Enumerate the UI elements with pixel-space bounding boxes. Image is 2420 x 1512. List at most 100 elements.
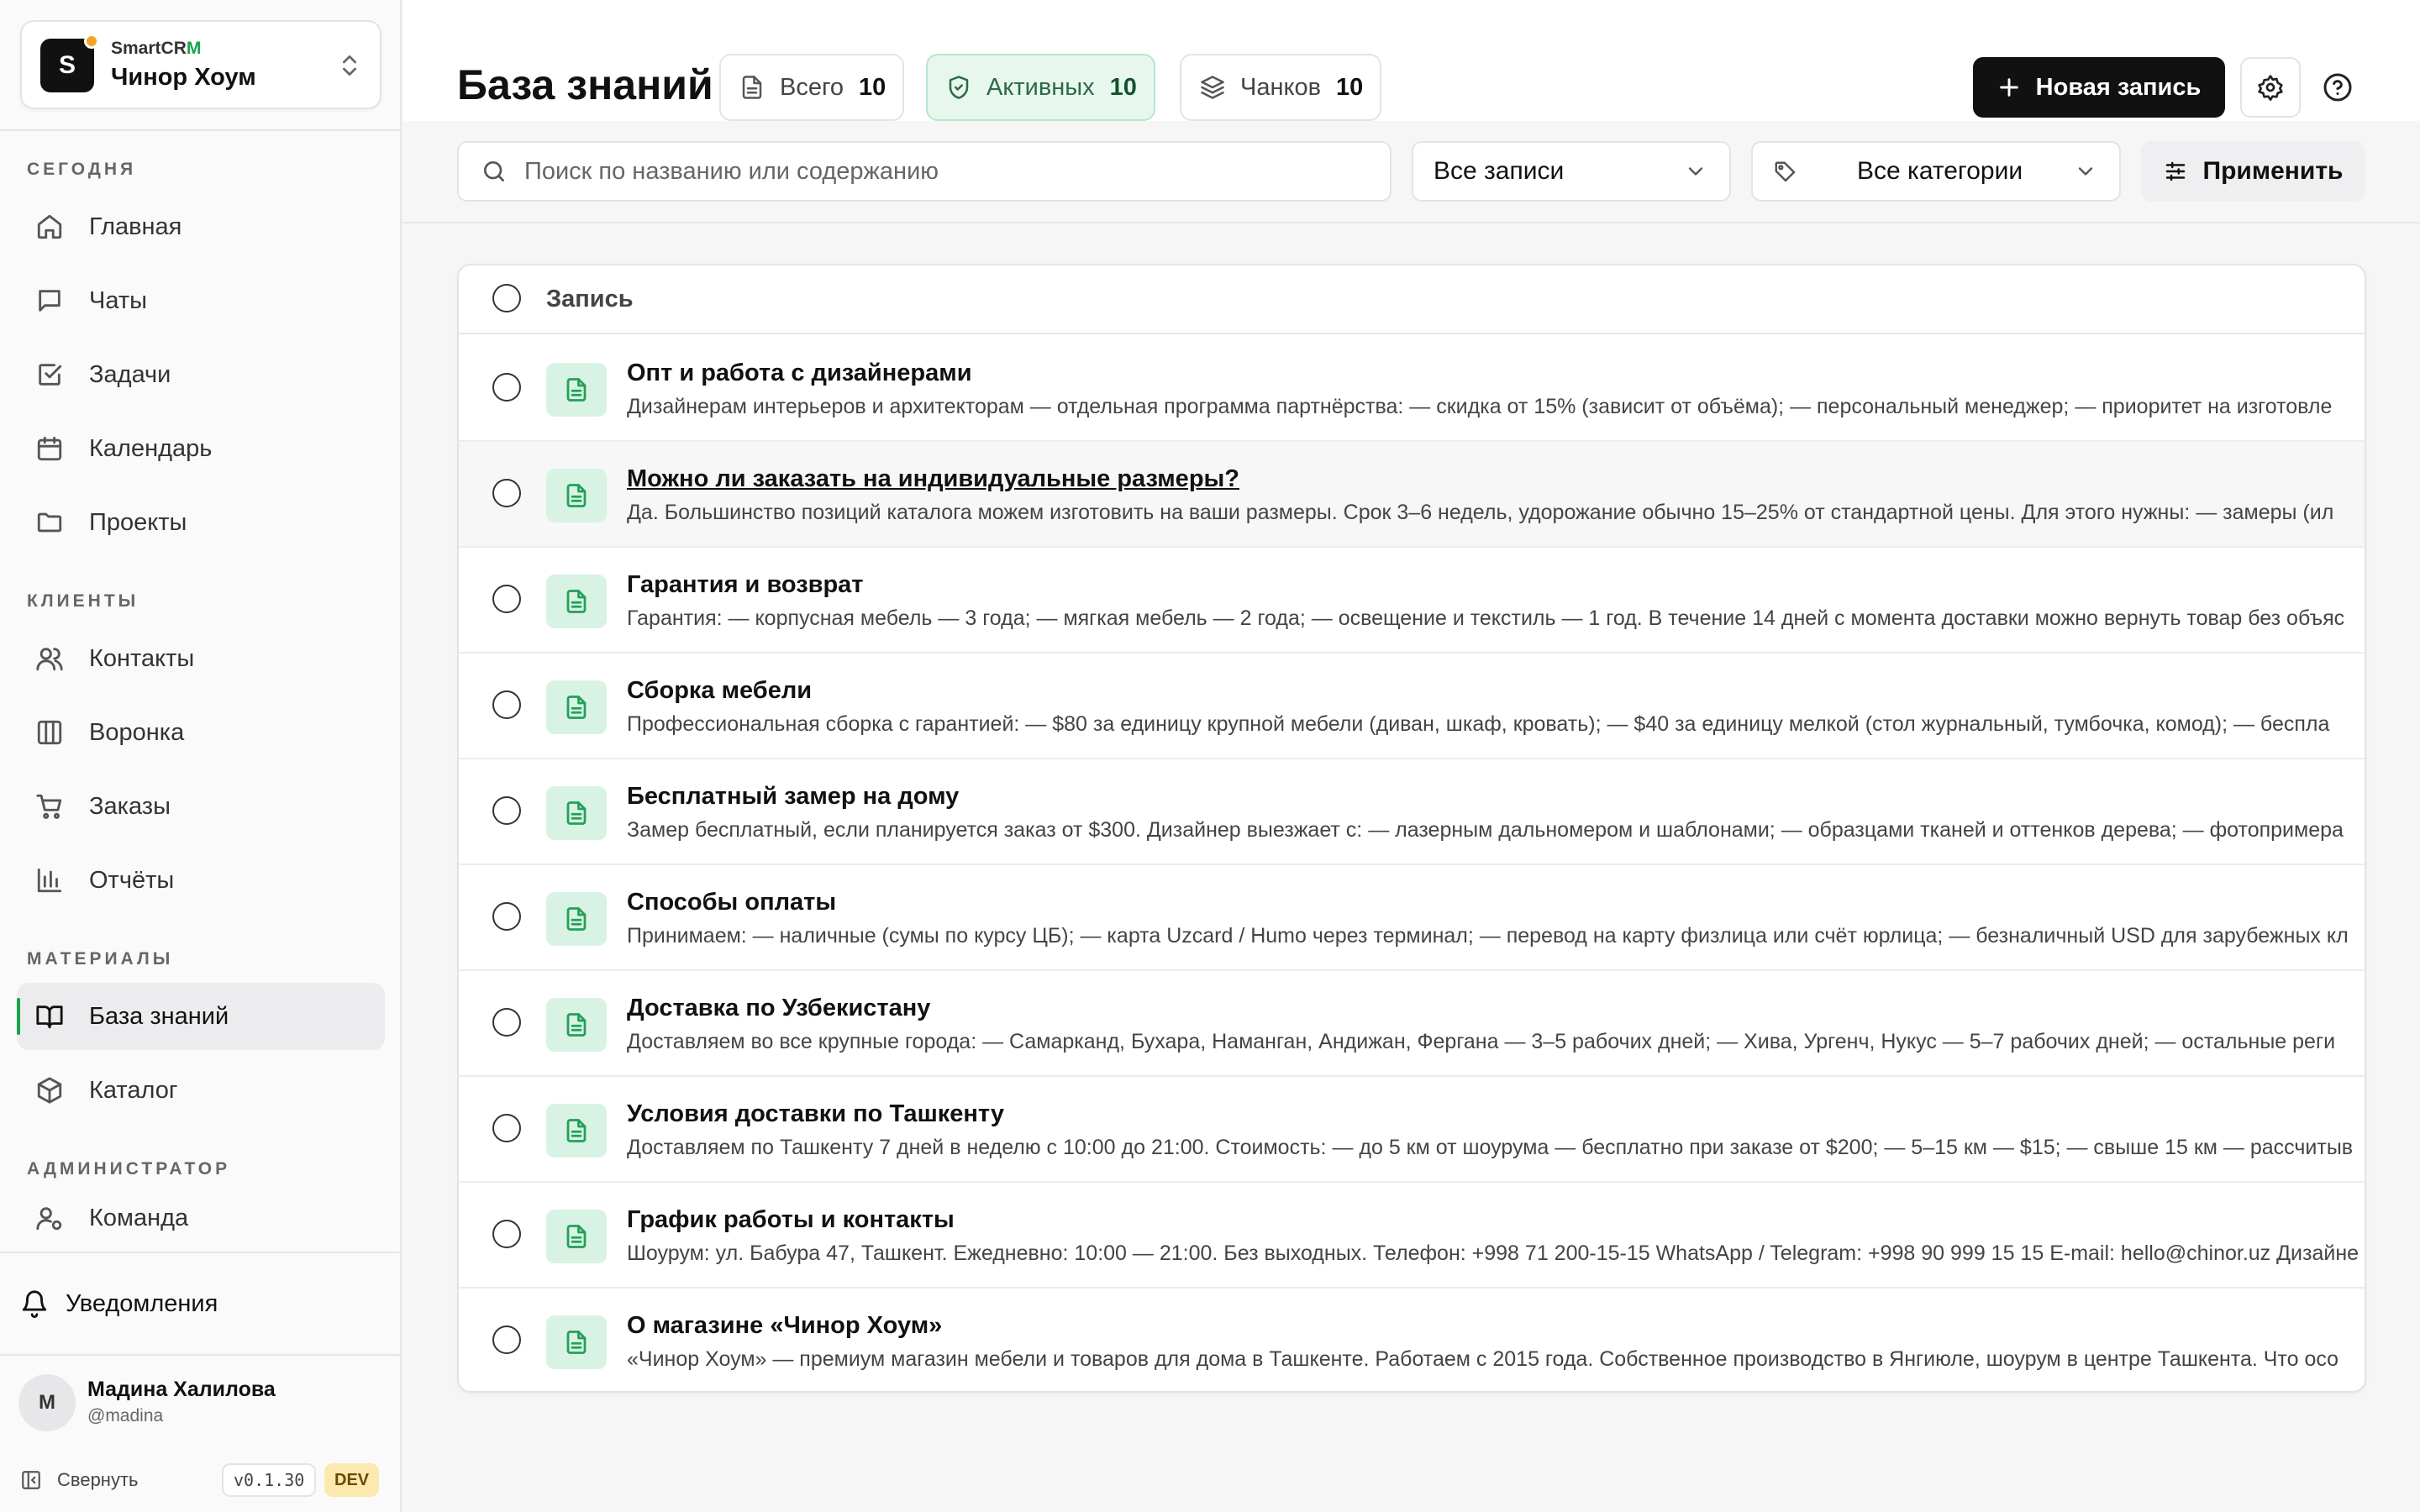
row-description: Доставляем по Ташкенту 7 дней в неделю с… [627, 1136, 2354, 1159]
sidebar-item-label: Контакты [89, 644, 195, 672]
search-field[interactable] [457, 141, 1392, 202]
version-badge: v0.1.30 [222, 1463, 317, 1497]
stat-chunks[interactable]: Чанков 10 [1180, 54, 1382, 121]
sidebar-item-knowledge-base[interactable]: База знаний [17, 983, 385, 1050]
new-record-button[interactable]: Новая запись [1973, 57, 2225, 118]
page-title: База знаний [457, 61, 713, 108]
row-title[interactable]: О магазине «Чинор Хоум» [627, 1312, 942, 1340]
select-all-checkbox[interactable] [492, 284, 521, 312]
sidebar-item-projects[interactable]: Проекты [17, 489, 385, 556]
table-row[interactable]: Гарантия и возврат Гарантия: — корпусная … [459, 548, 2365, 654]
row-checkbox[interactable] [492, 1114, 521, 1142]
sidebar-item-label: Задачи [89, 360, 171, 388]
divider [0, 129, 400, 131]
sidebar-item-calendar[interactable]: Календарь [17, 415, 385, 482]
document-icon [546, 998, 607, 1052]
document-icon [546, 1104, 607, 1158]
table-header: Запись [459, 265, 2365, 334]
row-checkbox[interactable] [492, 585, 521, 613]
category-select-value: Все категории [1857, 157, 2023, 185]
sidebar-item-funnel[interactable]: Воронка [17, 699, 385, 766]
row-checkbox[interactable] [492, 690, 521, 719]
row-title[interactable]: Бесплатный замер на дому [627, 783, 959, 811]
workspace-name: Чинор Хоум [111, 64, 256, 91]
chevron-down-icon [1684, 160, 1707, 183]
status-dot [84, 34, 99, 49]
tags-icon [1773, 160, 1798, 185]
section-today: СЕГОДНЯ [27, 160, 137, 179]
row-description: Да. Большинство позиций каталога можем и… [627, 501, 2334, 524]
sidebar-item-home[interactable]: Главная [17, 193, 385, 260]
folder-icon [35, 508, 64, 537]
table-row[interactable]: График работы и контакты Шоурум: ул. Бабу… [459, 1183, 2365, 1289]
row-title[interactable]: Способы оплаты [627, 889, 836, 916]
document-icon [546, 469, 607, 522]
row-checkbox[interactable] [492, 1008, 521, 1037]
sidebar-item-tasks[interactable]: Задачи [17, 341, 385, 408]
row-checkbox[interactable] [492, 479, 521, 507]
sidebar-collapse-icon [20, 1469, 42, 1491]
row-checkbox[interactable] [492, 796, 521, 825]
avatar[interactable]: М [18, 1374, 76, 1431]
status-select[interactable]: Все записи [1412, 141, 1731, 202]
row-checkbox[interactable] [492, 1220, 521, 1248]
document-icon [546, 1315, 607, 1369]
stat-value: 10 [1336, 73, 1364, 101]
row-checkbox[interactable] [492, 373, 521, 402]
table-row[interactable]: Опт и работа с дизайнерами Дизайнерам инт… [459, 336, 2365, 442]
sidebar-item-chats[interactable]: Чаты [17, 267, 385, 334]
table-row[interactable]: О магазине «Чинор Хоум» «Чинор Хоум» — пр… [459, 1289, 2365, 1391]
sidebar-item-label: База знаний [89, 1002, 229, 1030]
notifications-label: Уведомления [66, 1289, 218, 1317]
notifications-button[interactable]: Уведомления [20, 1285, 218, 1322]
gear-icon [2258, 75, 2283, 101]
sidebar-item-catalog[interactable]: Каталог [17, 1057, 385, 1124]
sidebar-item-team[interactable]: Команда [17, 1193, 385, 1243]
table-row[interactable]: Можно ли заказать на индивидуальные разм… [459, 442, 2365, 548]
sidebar-item-orders[interactable]: Заказы [17, 773, 385, 840]
row-checkbox[interactable] [492, 1326, 521, 1354]
document-icon [546, 680, 607, 734]
file-icon [739, 75, 765, 100]
row-checkbox[interactable] [492, 902, 521, 931]
table-row[interactable]: Доставка по Узбекистану Доставляем во все… [459, 971, 2365, 1077]
sidebar-item-reports[interactable]: Отчёты [17, 847, 385, 914]
row-title[interactable]: График работы и контакты [627, 1206, 955, 1234]
section-clients: КЛИЕНТЫ [27, 591, 139, 611]
layers-icon [1200, 75, 1225, 100]
search-input[interactable] [524, 157, 1365, 186]
bell-icon [20, 1289, 49, 1318]
column-header-record: Запись [546, 286, 634, 312]
settings-button[interactable] [2240, 57, 2301, 118]
row-title[interactable]: Можно ли заказать на индивидуальные разм… [627, 465, 1239, 493]
document-icon [546, 892, 607, 946]
row-title[interactable]: Доставка по Узбекистану [627, 995, 930, 1022]
sidebar-item-label: Проекты [89, 508, 187, 536]
table-row[interactable]: Сборка мебели Профессиональная сборка с г… [459, 654, 2365, 759]
stat-total[interactable]: Всего 10 [719, 54, 905, 121]
sliders-icon [2163, 159, 2188, 184]
table-row[interactable]: Бесплатный замер на дому Замер бесплатный… [459, 759, 2365, 865]
row-description: Замер бесплатный, если планируется заказ… [627, 818, 2344, 842]
stat-active[interactable]: Активных 10 [926, 54, 1155, 121]
row-title[interactable]: Опт и работа с дизайнерами [627, 360, 972, 387]
sidebar-item-label: Отчёты [89, 866, 175, 894]
row-title[interactable]: Сборка мебели [627, 677, 812, 705]
chevrons-up-down-icon [336, 52, 363, 79]
workspace-switcher[interactable]: S SmartCRM Чинор Хоум [20, 20, 381, 109]
row-title[interactable]: Условия доставки по Ташкенту [627, 1100, 1004, 1128]
apply-label: Применить [2202, 157, 2344, 185]
divider [403, 222, 2420, 223]
row-description: Шоурум: ул. Бабура 47, Ташкент. Ежедневн… [627, 1242, 2360, 1265]
collapse-sidebar-button[interactable]: Свернуть [20, 1463, 139, 1497]
sidebar: S SmartCRM Чинор Хоум СЕГОДНЯ Главная Ча… [0, 0, 402, 1512]
table-row[interactable]: Способы оплаты Принимаем: — наличные (сум… [459, 865, 2365, 971]
category-select[interactable]: Все категории [1751, 141, 2121, 202]
table-row[interactable]: Условия доставки по Ташкенту Доставляем п… [459, 1077, 2365, 1183]
apply-filters-button[interactable]: Применить [2141, 141, 2365, 202]
book-icon [35, 1002, 64, 1031]
sidebar-item-contacts[interactable]: Контакты [17, 625, 385, 692]
help-button[interactable] [2323, 72, 2356, 106]
sidebar-item-label: Каталог [89, 1076, 178, 1104]
row-title[interactable]: Гарантия и возврат [627, 571, 864, 599]
